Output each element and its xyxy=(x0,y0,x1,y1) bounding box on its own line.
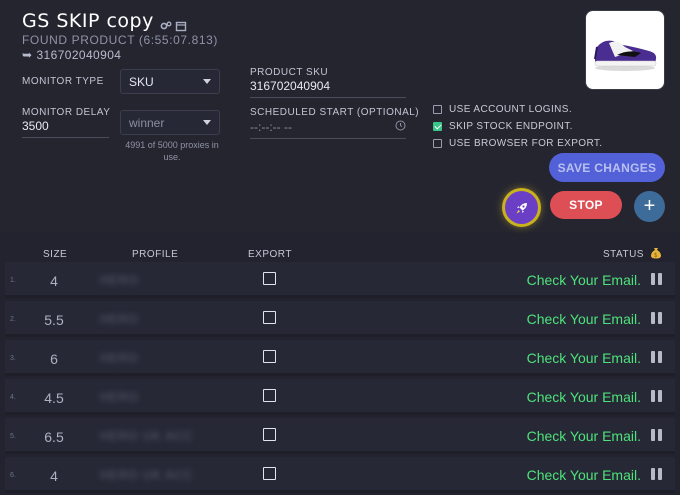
chevron-down-icon xyxy=(203,79,211,84)
row-number: 6. xyxy=(10,472,16,479)
monitor-type-label: MONITOR TYPE xyxy=(22,76,104,87)
use-account-logins-checkbox[interactable] xyxy=(433,105,442,114)
row-export-checkbox[interactable] xyxy=(263,389,276,402)
table-row: 4. 4.5 HERO Check Your Email. xyxy=(5,379,675,415)
row-profile: HERO xyxy=(100,351,139,365)
product-sku-label: PRODUCT SKU xyxy=(250,67,329,78)
rocket-icon xyxy=(516,202,527,213)
clock-icon[interactable] xyxy=(395,120,406,134)
proxy-list-select[interactable]: winner xyxy=(120,110,220,135)
found-product-status: FOUND PRODUCT (6:55:07.813) xyxy=(22,33,219,47)
use-account-logins-label: USE ACCOUNT LOGINS. xyxy=(449,104,572,115)
table-row: 2. 5.5 HERO Check Your Email. xyxy=(5,301,675,337)
pause-icon[interactable] xyxy=(651,429,662,441)
add-task-button[interactable]: + xyxy=(634,191,665,222)
sneaker-image xyxy=(594,40,657,71)
row-number: 1. xyxy=(10,277,16,284)
row-status: Check Your Email. xyxy=(526,311,641,327)
profile-column-header: PROFILE xyxy=(132,249,179,260)
table-row: 3. 6 HERO Check Your Email. xyxy=(5,340,675,376)
pause-icon[interactable] xyxy=(651,390,662,402)
svg-text:$: $ xyxy=(654,252,658,259)
row-export-checkbox[interactable] xyxy=(263,350,276,363)
scheduled-start-input[interactable]: --:--:-- -- xyxy=(250,120,406,139)
save-changes-button[interactable]: SAVE CHANGES xyxy=(549,153,665,182)
row-status: Check Your Email. xyxy=(526,272,641,288)
row-size: 4 xyxy=(50,468,58,484)
use-account-logins-option[interactable]: USE ACCOUNT LOGINS. xyxy=(433,104,572,115)
chevron-down-icon xyxy=(203,120,211,125)
size-column-header: SIZE xyxy=(43,249,68,260)
found-sku-line: ➥ 316702040904 xyxy=(22,48,121,62)
task-title-row: GS SKIP copy xyxy=(22,10,187,32)
table-row: 1. 4 HERO Check Your Email. xyxy=(5,262,675,298)
use-browser-export-option[interactable]: USE BROWSER FOR EXPORT. xyxy=(433,138,602,149)
monitor-type-value: SKU xyxy=(129,74,154,89)
export-column-header: EXPORT xyxy=(248,249,292,260)
start-task-button[interactable] xyxy=(505,191,538,224)
row-export-checkbox[interactable] xyxy=(263,467,276,480)
row-status: Check Your Email. xyxy=(526,389,641,405)
arrow-icon: ➥ xyxy=(22,48,33,62)
row-profile: HERO xyxy=(100,390,139,404)
table-row: 6. 4 HERO UK ACC Check Your Email. xyxy=(5,457,675,493)
product-image xyxy=(585,10,665,90)
monitor-type-select[interactable]: SKU xyxy=(120,69,220,94)
row-status: Check Your Email. xyxy=(526,428,641,444)
pause-icon[interactable] xyxy=(651,468,662,480)
skip-stock-endpoint-checkbox[interactable] xyxy=(433,122,442,131)
skip-stock-endpoint-option[interactable]: SKIP STOCK ENDPOINT. xyxy=(433,121,573,132)
proxy-list-value: winner xyxy=(129,115,165,130)
proxies-in-use-note: 4991 of 5000 proxies in use. xyxy=(125,140,219,162)
stop-button[interactable]: STOP xyxy=(550,191,622,219)
row-export-checkbox[interactable] xyxy=(263,272,276,285)
row-number: 2. xyxy=(10,316,16,323)
scheduled-start-placeholder: --:--:-- -- xyxy=(250,120,292,134)
task-title: GS SKIP copy xyxy=(22,10,154,32)
scheduled-start-label: SCHEDULED START (OPTIONAL) xyxy=(250,107,420,118)
row-status: Check Your Email. xyxy=(526,350,641,366)
row-profile: HERO UK ACC xyxy=(100,429,194,443)
found-sku-value: 316702040904 xyxy=(36,48,122,62)
row-size: 6.5 xyxy=(44,429,64,445)
pause-icon[interactable] xyxy=(651,273,662,285)
copy-icon[interactable] xyxy=(175,15,187,32)
row-export-checkbox[interactable] xyxy=(263,428,276,441)
status-column-header: STATUS xyxy=(603,249,644,260)
row-size: 4 xyxy=(50,273,58,289)
row-profile: HERO xyxy=(100,312,139,326)
row-profile: HERO UK ACC xyxy=(100,468,194,482)
row-profile: HERO xyxy=(100,273,139,287)
row-number: 5. xyxy=(10,433,16,440)
table-header: SIZE PROFILE EXPORT STATUS $ xyxy=(5,241,675,261)
monitor-delay-input[interactable]: 3500 xyxy=(22,119,109,138)
table-row: 5. 6.5 HERO UK ACC Check Your Email. xyxy=(5,418,675,454)
row-status: Check Your Email. xyxy=(526,467,641,483)
row-size: 6 xyxy=(50,351,58,367)
pause-icon[interactable] xyxy=(651,312,662,324)
settings-icon[interactable] xyxy=(160,15,172,30)
row-number: 4. xyxy=(10,394,16,401)
row-export-checkbox[interactable] xyxy=(263,311,276,324)
product-sku-input[interactable]: 316702040904 xyxy=(250,79,406,98)
money-bag-icon: $ xyxy=(650,246,662,262)
skip-stock-endpoint-label: SKIP STOCK ENDPOINT. xyxy=(449,121,573,132)
pause-icon[interactable] xyxy=(651,351,662,363)
monitor-delay-label: MONITOR DELAY xyxy=(22,107,111,118)
use-browser-export-checkbox[interactable] xyxy=(433,139,442,148)
row-size: 5.5 xyxy=(44,312,64,328)
row-size: 4.5 xyxy=(44,390,64,406)
row-number: 3. xyxy=(10,355,16,362)
use-browser-export-label: USE BROWSER FOR EXPORT. xyxy=(449,138,603,149)
